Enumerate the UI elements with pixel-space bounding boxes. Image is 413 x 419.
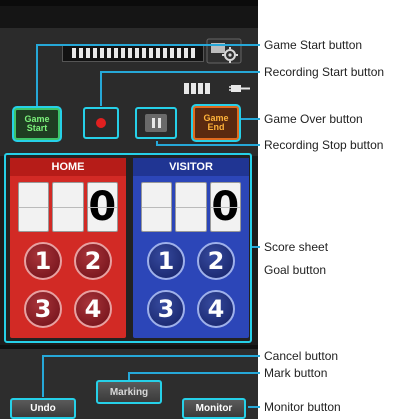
visitor-goal-buttons: 1 2 3 4	[143, 242, 239, 330]
game-end-button[interactable]: Game End	[193, 106, 239, 140]
monitor-button[interactable]: Monitor	[182, 398, 246, 419]
visitor-goal-button-1[interactable]: 1	[147, 242, 185, 280]
callout-line	[36, 44, 260, 46]
visitor-label: VISITOR	[133, 158, 249, 176]
callout-game-over: Game Over button	[264, 112, 363, 126]
recording-start-button[interactable]	[83, 107, 119, 139]
bottom-divider	[0, 345, 258, 349]
visitor-score-digit	[141, 182, 173, 232]
callout-line	[252, 246, 260, 248]
callout-line	[156, 144, 260, 146]
callout-recording-start: Recording Start button	[264, 65, 385, 79]
recording-stop-button[interactable]	[135, 107, 177, 139]
visitor-score: 0	[141, 182, 241, 232]
top-band	[0, 6, 258, 28]
home-score-digit	[18, 182, 50, 232]
visitor-goal-button-2[interactable]: 2	[197, 242, 235, 280]
home-score-digit	[52, 182, 84, 232]
callout-line	[36, 44, 38, 106]
callout-line	[42, 355, 44, 397]
time-display	[62, 44, 204, 62]
callout-score-sheet: Score sheet	[264, 240, 329, 254]
callout-line	[42, 355, 260, 357]
marking-button[interactable]: Marking	[96, 380, 162, 404]
gear-icon[interactable]	[206, 38, 242, 64]
battery-indicator	[184, 82, 224, 95]
home-goal-button-2[interactable]: 2	[74, 242, 112, 280]
callout-recording-stop: Recording Stop button	[264, 138, 384, 152]
callout-line	[241, 118, 260, 120]
game-start-button[interactable]: Game Start	[14, 108, 60, 140]
plug-icon	[229, 82, 251, 95]
home-score-digit: 0	[86, 182, 118, 232]
callout-cancel: Cancel button	[264, 349, 339, 363]
undo-button[interactable]: Undo	[10, 398, 76, 419]
home-goal-buttons: 1 2 3 4	[20, 242, 116, 330]
home-goal-button-3[interactable]: 3	[24, 290, 62, 328]
callout-monitor: Monitor button	[264, 400, 341, 414]
callout-line	[248, 406, 260, 408]
callout-game-start: Game Start button	[264, 38, 363, 52]
callout-mark: Mark button	[264, 366, 328, 380]
home-goal-button-1[interactable]: 1	[24, 242, 62, 280]
home-label: HOME	[10, 158, 126, 176]
visitor-goal-button-3[interactable]: 3	[147, 290, 185, 328]
callout-line	[100, 71, 260, 73]
game-end-label: Game End	[203, 112, 229, 132]
visitor-score-digit: 0	[209, 182, 241, 232]
game-start-label: Game Start	[24, 113, 50, 133]
visitor-goal-button-4[interactable]: 4	[197, 290, 235, 328]
home-score: 0	[18, 182, 118, 232]
visitor-score-digit	[175, 182, 207, 232]
home-goal-button-4[interactable]: 4	[74, 290, 112, 328]
visitor-panel: VISITOR 0 1 2 3 4	[133, 158, 249, 338]
record-dot-icon	[96, 118, 106, 128]
callout-line	[128, 372, 260, 374]
home-panel: HOME 0 1 2 3 4	[10, 158, 126, 338]
callout-goal: Goal button	[264, 263, 327, 277]
callout-line	[100, 71, 102, 106]
pause-icon	[145, 114, 167, 132]
